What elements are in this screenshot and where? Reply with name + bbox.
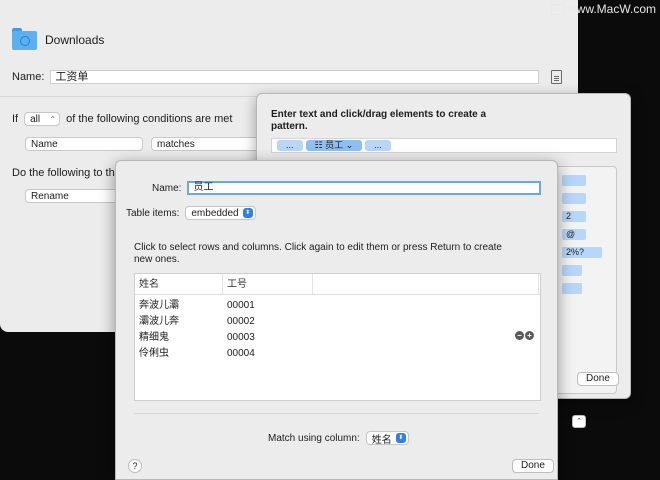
name-label: Name: bbox=[12, 71, 45, 83]
table-instruction: Click to select rows and columns. Click … bbox=[134, 242, 502, 265]
pattern-element-chip[interactable] bbox=[562, 193, 586, 204]
divider bbox=[134, 413, 539, 414]
main-header: Downloads bbox=[0, 0, 578, 60]
table-name-row: Name: 员工 bbox=[152, 181, 542, 195]
rule-name-row: Name: 工资单 bbox=[12, 70, 562, 84]
row-edit-controls: − + bbox=[515, 331, 534, 340]
chevron-updown-icon: ⬍ bbox=[395, 433, 406, 443]
table-row[interactable]: 灞波儿奔 00002 bbox=[135, 314, 540, 330]
add-row-button[interactable]: + bbox=[525, 331, 534, 340]
pattern-element-chip[interactable] bbox=[562, 265, 582, 276]
match-column-popup[interactable]: 姓名 ⬍ bbox=[365, 431, 409, 446]
pattern-element-chip[interactable]: @ bbox=[562, 229, 586, 240]
watermark-text: www.MacW.com bbox=[567, 2, 656, 16]
table-cell[interactable]: 伶俐虫 bbox=[135, 346, 223, 362]
folder-icon bbox=[12, 28, 37, 50]
pattern-token[interactable]: ... bbox=[365, 140, 391, 151]
column-header[interactable] bbox=[313, 274, 539, 294]
table-cell[interactable]: 00003 bbox=[223, 330, 313, 346]
table-items-label: Table items: bbox=[126, 207, 180, 219]
table-cell[interactable]: 00004 bbox=[223, 346, 313, 362]
match-column-label: Match using column: bbox=[268, 432, 360, 444]
pattern-element-chip[interactable]: 2 bbox=[562, 211, 586, 222]
pattern-token-label: 员工 bbox=[325, 140, 344, 150]
chevron-updown-icon: ⌃ bbox=[49, 114, 57, 124]
operator-popup[interactable]: matches bbox=[151, 137, 261, 151]
table-header: 姓名 工号 bbox=[135, 274, 540, 295]
table-cell[interactable]: 灞波儿奔 bbox=[135, 314, 223, 330]
table-cell[interactable]: 奔波儿灞 bbox=[135, 298, 223, 314]
rule-criteria-row: Name matches bbox=[25, 137, 261, 151]
chevron-updown-icon[interactable]: ⌃ bbox=[572, 415, 586, 428]
condition-text: of the following conditions are met bbox=[66, 113, 233, 125]
match-column-value: 姓名 bbox=[371, 434, 392, 446]
if-label: If bbox=[12, 113, 19, 125]
attribute-popup[interactable]: Name bbox=[25, 137, 143, 151]
table-name-field[interactable]: 员工 bbox=[187, 181, 542, 195]
match-column-row: Match using column: 姓名 ⬍ bbox=[268, 431, 409, 446]
pattern-token-bar[interactable]: ... ☷ 员工 ⌄ ... bbox=[271, 138, 617, 153]
help-button[interactable]: ? bbox=[128, 459, 142, 473]
table-row[interactable]: 伶俐虫 00004 bbox=[135, 346, 540, 362]
column-header[interactable]: 工号 bbox=[223, 274, 313, 294]
attribute-value: Name bbox=[31, 138, 58, 150]
operator-value: matches bbox=[157, 138, 195, 150]
pattern-element-chip[interactable] bbox=[562, 283, 582, 294]
table-cell[interactable]: 00002 bbox=[223, 314, 313, 330]
column-header[interactable]: 姓名 bbox=[135, 274, 223, 294]
table-items-popup[interactable]: embedded ⬍ bbox=[185, 206, 256, 220]
remove-row-button[interactable]: − bbox=[515, 331, 524, 340]
pattern-done-button[interactable]: Done bbox=[577, 372, 619, 386]
table-sheet: Name: 员工 Table items: embedded ⬍ Click t… bbox=[115, 160, 558, 480]
table-cell[interactable]: 00001 bbox=[223, 298, 313, 314]
action-value: Rename bbox=[31, 190, 69, 202]
pattern-instruction: Enter text and click/drag elements to cr… bbox=[271, 109, 487, 132]
table-name-label: Name: bbox=[152, 182, 182, 194]
table-cell[interactable]: 精细鬼 bbox=[135, 330, 223, 346]
pattern-token-table[interactable]: ☷ 员工 ⌄ bbox=[305, 140, 363, 151]
folder-title: Downloads bbox=[45, 33, 105, 47]
pattern-token[interactable]: ... bbox=[277, 140, 303, 151]
data-table[interactable]: 姓名 工号 奔波儿灞 00001 灞波儿奔 00002 精细鬼 00003 伶俐… bbox=[134, 273, 541, 401]
document-icon[interactable] bbox=[551, 70, 562, 84]
table-row[interactable]: 精细鬼 00003 bbox=[135, 330, 540, 346]
table-items-row: Table items: embedded ⬍ bbox=[126, 206, 256, 220]
table-items-value: embedded bbox=[191, 207, 239, 219]
rule-name-field[interactable]: 工资单 bbox=[50, 70, 539, 84]
pattern-element-chip[interactable] bbox=[562, 175, 586, 186]
logo-icon: ▭ bbox=[550, 3, 565, 15]
chevron-updown-icon: ⬍ bbox=[242, 208, 253, 218]
table-body: 奔波儿灞 00001 灞波儿奔 00002 精细鬼 00003 伶俐虫 0000… bbox=[135, 295, 540, 362]
condition-scope-value: all bbox=[30, 113, 41, 125]
table-row[interactable]: 奔波儿灞 00001 bbox=[135, 298, 540, 314]
done-button[interactable]: Done bbox=[512, 459, 554, 473]
condition-row: If all ⌃ of the following conditions are… bbox=[12, 112, 232, 126]
condition-scope-popup[interactable]: all ⌃ bbox=[24, 112, 61, 126]
pattern-element-chip[interactable]: 2%? bbox=[562, 247, 602, 258]
watermark: ▭ www.MacW.com bbox=[550, 2, 656, 16]
